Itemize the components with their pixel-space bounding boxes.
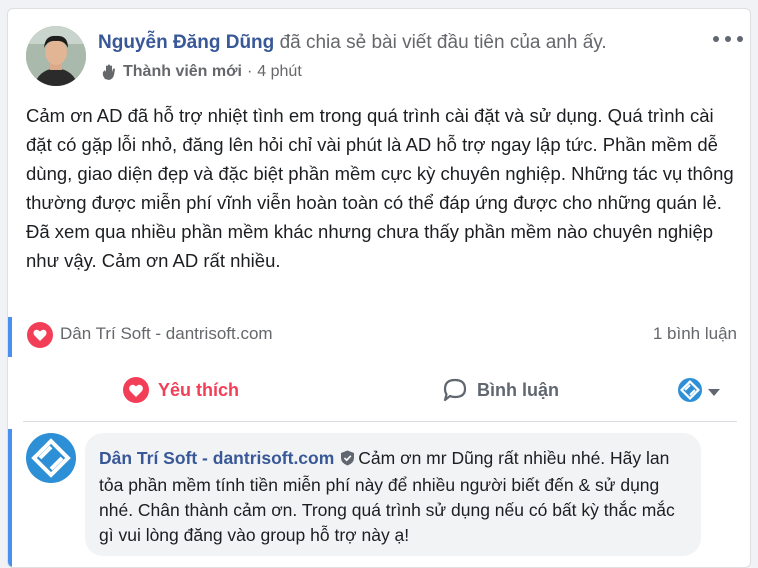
author-name[interactable]: Nguyễn Đăng Dũng — [98, 32, 274, 53]
divider — [23, 421, 737, 422]
page-identity-switcher[interactable] — [678, 378, 720, 407]
comment-button-label: Bình luận — [477, 379, 559, 400]
post-actions: Yêu thích Bình luận — [8, 367, 750, 413]
accent-bar — [8, 317, 12, 357]
dantrisoft-logo-icon — [678, 378, 702, 407]
commenter-name[interactable]: Dân Trí Soft - dantrisoft.com — [99, 448, 334, 468]
shield-icon — [340, 448, 355, 473]
post-body: Cảm ơn AD đã hỗ trợ nhiệt tình em trong … — [26, 105, 734, 271]
new-member-badge: Thành viên mới — [123, 63, 242, 80]
waving-hand-icon — [100, 63, 118, 81]
post-time[interactable]: 4 phút — [257, 63, 301, 81]
comment-button[interactable]: Bình luận — [442, 367, 559, 413]
post-header: Nguyễn Đăng Dũng đã chia sẻ bài viết đầu… — [98, 32, 607, 54]
meta-separator: · — [246, 63, 253, 80]
comment-bubble: Dân Trí Soft - dantrisoft.com Cảm ơn mr D… — [85, 433, 701, 556]
reactions-bar: Dân Trí Soft - dantrisoft.com 1 bình luậ… — [8, 313, 750, 358]
love-button-label: Yêu thích — [158, 379, 240, 400]
comment-accent-bar — [8, 429, 12, 567]
author-avatar[interactable] — [26, 26, 86, 86]
post-meta: Thành viên mới · 4 phút — [100, 63, 302, 81]
author-action-text: đã chia sẻ bài viết đầu tiên của anh ấy. — [279, 32, 607, 53]
chevron-down-icon — [708, 389, 720, 396]
comment-count[interactable]: 1 bình luận — [653, 324, 737, 344]
commenter-avatar[interactable] — [26, 433, 76, 483]
reactor-name[interactable]: Dân Trí Soft - dantrisoft.com — [60, 324, 273, 344]
heart-icon[interactable] — [27, 322, 53, 348]
love-button[interactable]: Yêu thích — [123, 367, 239, 413]
more-options-icon[interactable] — [713, 29, 743, 49]
comment-bubble-icon — [442, 377, 468, 403]
heart-icon — [123, 377, 149, 403]
post-card: Nguyễn Đăng Dũng đã chia sẻ bài viết đầu… — [7, 8, 751, 568]
